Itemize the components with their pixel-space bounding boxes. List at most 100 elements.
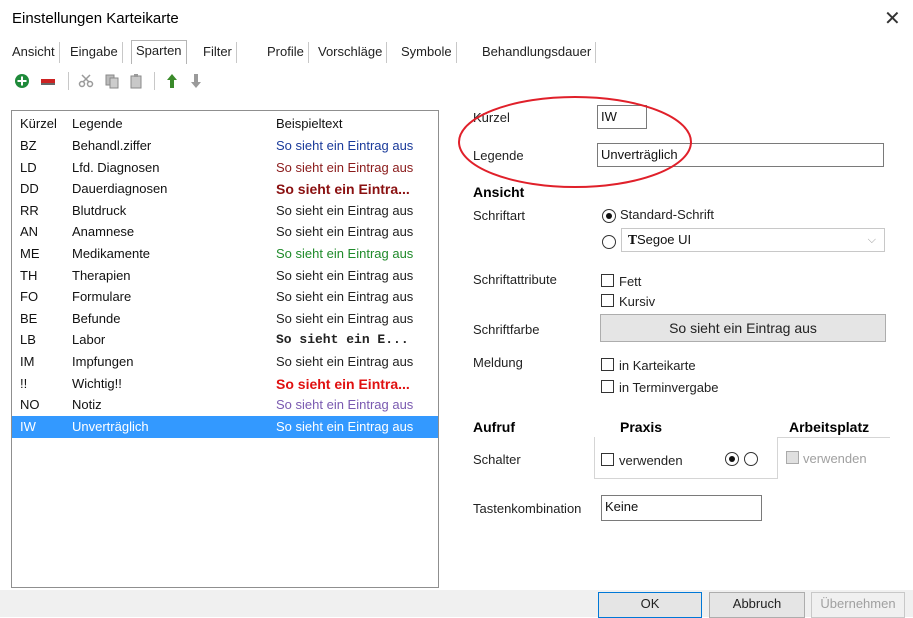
- fett-checkbox[interactable]: [601, 274, 614, 287]
- tastenkombination-input[interactable]: Keine: [601, 495, 762, 521]
- add-icon[interactable]: [12, 70, 32, 92]
- tab-behandlungsdauer[interactable]: Behandlungsdauer: [478, 42, 597, 63]
- list-item-legende: Befunde: [72, 310, 121, 326]
- sparten-list[interactable]: Kürzel Legende Beispieltext BZ Behandl.zi…: [11, 110, 439, 588]
- move-down-icon[interactable]: [186, 70, 206, 92]
- in-terminvergabe-checkbox[interactable]: [601, 380, 614, 393]
- list-item-kuerzel: NO: [20, 397, 40, 413]
- kursiv-checkbox[interactable]: [601, 294, 614, 307]
- list-item-legende: Labor: [72, 332, 106, 348]
- font-select-value: Segoe UI: [636, 232, 692, 247]
- in-karteikarte-label: in Karteikarte: [619, 358, 696, 373]
- list-item[interactable]: IW Unverträglich So sieht ein Eintrag aus: [12, 415, 438, 438]
- font-select[interactable]: TSegoe UI ⌵: [621, 228, 885, 252]
- list-item-legende: Therapien: [72, 267, 131, 283]
- column-header-beispieltext[interactable]: Beispieltext: [276, 113, 342, 135]
- copy-icon[interactable]: [102, 70, 122, 92]
- kursiv-label: Kursiv: [619, 294, 656, 309]
- list-item[interactable]: BE Befunde So sieht ein Eintrag aus: [12, 308, 438, 330]
- uebernehmen-button[interactable]: Übernehmen: [811, 592, 905, 618]
- aufruf-header: Aufruf: [473, 419, 515, 435]
- list-item-kuerzel: BZ: [20, 138, 37, 153]
- list-item[interactable]: FO Formulare So sieht ein Eintrag aus: [12, 286, 438, 308]
- truetype-font-icon: T: [628, 233, 637, 247]
- list-item-beispieltext: So sieht ein E...: [276, 332, 409, 348]
- ansicht-header: Ansicht: [473, 184, 525, 200]
- tastenkombination-label: Tastenkombination: [473, 501, 582, 516]
- schriftfarbe-button[interactable]: So sieht ein Eintrag aus: [600, 314, 886, 342]
- in-karteikarte-checkbox[interactable]: [601, 358, 614, 371]
- list-item[interactable]: IM Impfungen So sieht ein Eintrag aus: [12, 351, 438, 373]
- list-item-legende: Wichtig!!: [72, 375, 122, 391]
- list-item-legende: Blutdruck: [72, 202, 127, 218]
- list-item[interactable]: AN Anamnese So sieht ein Eintrag aus: [12, 221, 438, 243]
- list-item-legende: Behandl.ziffer: [72, 138, 152, 153]
- list-item-beispieltext: So sieht ein Eintrag aus: [276, 418, 414, 434]
- list-item-legende: Anamnese: [72, 224, 135, 240]
- chevron-down-icon[interactable]: ⌵: [868, 229, 876, 251]
- list-item[interactable]: !! Wichtig!! So sieht ein Eintra...: [12, 373, 438, 395]
- list-item-kuerzel: TH: [20, 267, 38, 283]
- column-header-kuerzel[interactable]: Kürzel: [20, 113, 57, 135]
- list-item[interactable]: LB Labor So sieht ein E...: [12, 329, 438, 351]
- verwenden-arbeitsplatz-label: verwenden: [803, 451, 867, 466]
- list-item-legende: Dauerdiagnosen: [72, 181, 168, 197]
- verwenden-arbeitsplatz-checkbox[interactable]: [786, 451, 799, 464]
- list-item-legende: Impfungen: [72, 354, 134, 369]
- list-item-beispieltext: So sieht ein Eintra...: [276, 375, 410, 392]
- list-item[interactable]: TH Therapien So sieht ein Eintrag aus: [12, 265, 438, 287]
- arbeitsplatz-radio[interactable]: [744, 452, 758, 466]
- standard-schrift-radio[interactable]: [602, 209, 616, 223]
- list-item-kuerzel: ME: [20, 246, 40, 261]
- list-item-beispieltext: So sieht ein Eintra...: [276, 181, 410, 198]
- list-item[interactable]: DD Dauerdiagnosen So sieht ein Eintra...: [12, 178, 438, 200]
- standard-schrift-label: Standard-Schrift: [620, 207, 714, 222]
- tab-symbole[interactable]: Symbole: [397, 42, 457, 63]
- list-item-legende: Lfd. Diagnosen: [72, 159, 160, 175]
- list-header: Kürzel Legende Beispieltext: [12, 113, 438, 135]
- praxis-radio[interactable]: [725, 452, 739, 466]
- list-item-beispieltext: So sieht ein Eintrag aus: [276, 267, 414, 283]
- tab-ansicht[interactable]: Ansicht: [8, 42, 60, 63]
- list-item-kuerzel: IM: [20, 354, 35, 369]
- verwenden-praxis-checkbox[interactable]: [601, 453, 614, 466]
- schriftfarbe-label: Schriftfarbe: [473, 322, 540, 337]
- list-item-beispieltext: So sieht ein Eintrag aus: [276, 246, 414, 261]
- paste-icon[interactable]: [126, 70, 146, 92]
- list-item-legende: Notiz: [72, 397, 102, 413]
- list-item[interactable]: ME Medikamente So sieht ein Eintrag aus: [12, 243, 438, 265]
- list-item[interactable]: BZ Behandl.ziffer So sieht ein Eintrag aus: [12, 135, 438, 157]
- tab-vorschlaege[interactable]: Vorschläge: [314, 42, 388, 63]
- list-item-beispieltext: So sieht ein Eintrag aus: [276, 224, 414, 240]
- verwenden-praxis-label: verwenden: [619, 453, 683, 468]
- list-item[interactable]: RR Blutdruck So sieht ein Eintrag aus: [12, 200, 438, 222]
- list-item[interactable]: LD Lfd. Diagnosen So sieht ein Eintrag aus: [12, 157, 438, 179]
- schalter-label: Schalter: [473, 452, 521, 467]
- arbeitsplatz-header: Arbeitsplatz: [789, 419, 870, 435]
- list-item-kuerzel: !!: [20, 375, 28, 391]
- list-item-kuerzel: FO: [20, 289, 39, 305]
- schriftart-label: Schriftart: [473, 208, 526, 223]
- tab-profile[interactable]: Profile: [263, 42, 309, 63]
- list-item-kuerzel: LB: [20, 332, 36, 348]
- list-item[interactable]: NO Notiz So sieht ein Eintrag aus: [12, 394, 438, 416]
- list-item-kuerzel: BE: [20, 310, 38, 326]
- ok-button[interactable]: OK: [598, 592, 702, 618]
- column-header-legende[interactable]: Legende: [72, 113, 123, 135]
- tab-filter[interactable]: Filter: [199, 42, 237, 63]
- list-item-kuerzel: AN: [20, 224, 39, 240]
- schriftattribute-label: Schriftattribute: [473, 272, 557, 287]
- abbruch-button[interactable]: Abbruch: [709, 592, 805, 618]
- list-item-kuerzel: IW: [20, 418, 36, 434]
- tab-eingabe[interactable]: Eingabe: [66, 42, 123, 63]
- close-icon[interactable]: ✕: [884, 6, 901, 31]
- fett-label: Fett: [619, 274, 642, 289]
- custom-font-radio[interactable]: [602, 235, 616, 249]
- list-item-beispieltext: So sieht ein Eintrag aus: [276, 354, 414, 369]
- move-up-icon[interactable]: [162, 70, 182, 92]
- cut-icon[interactable]: [76, 70, 96, 92]
- delete-icon[interactable]: [38, 70, 58, 92]
- tab-sparten[interactable]: Sparten: [131, 40, 187, 64]
- window-title: Einstellungen Karteikarte: [12, 10, 179, 27]
- list-item-beispieltext: So sieht ein Eintrag aus: [276, 310, 414, 326]
